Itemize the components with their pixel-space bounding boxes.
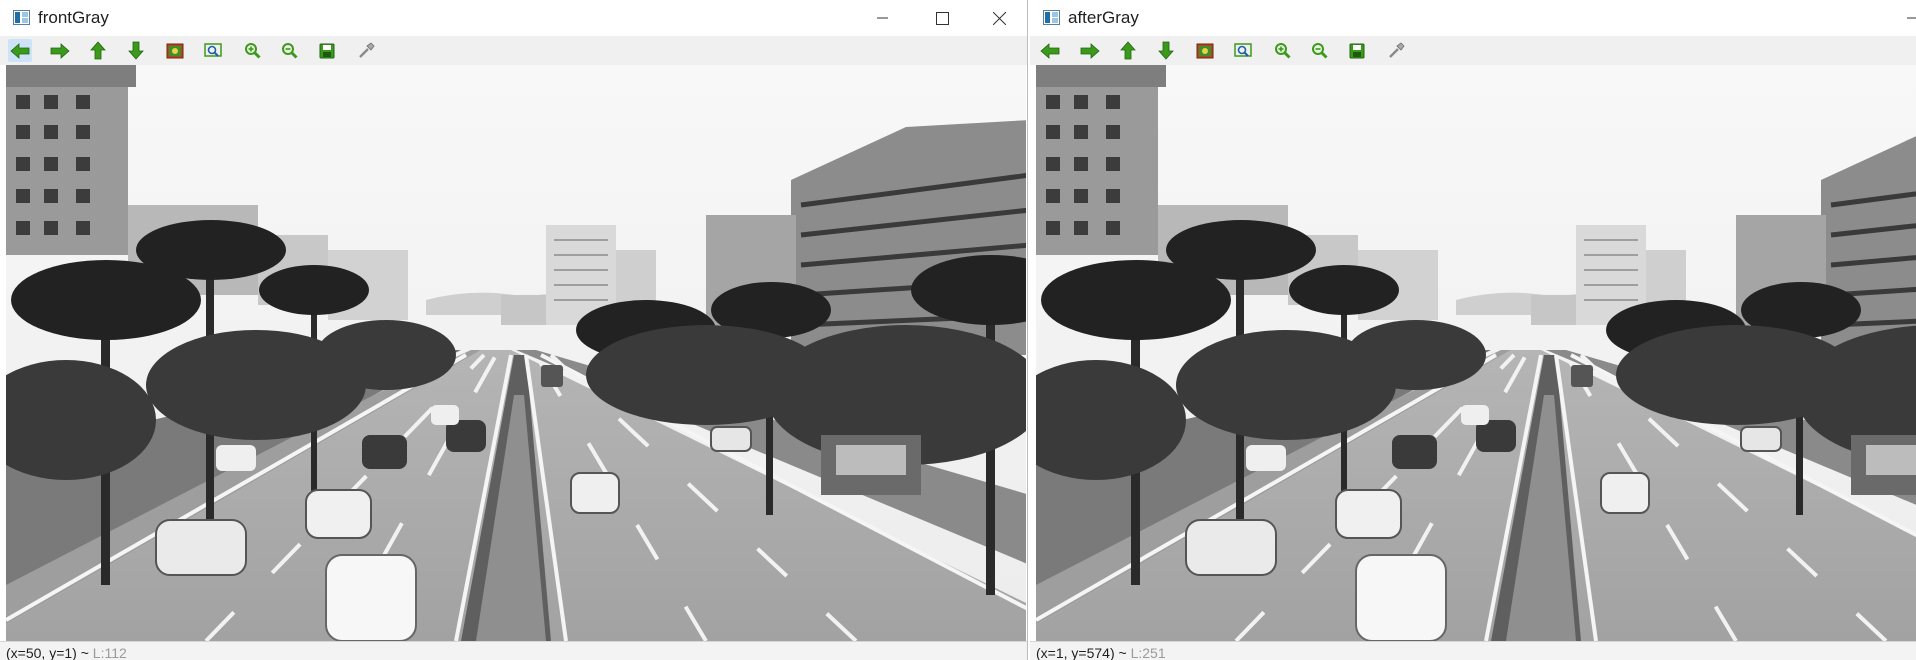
status-readout: (x=50, y=1) ~ L:112 — [6, 645, 127, 660]
close-icon — [992, 11, 1006, 25]
pan-right-icon — [1080, 42, 1100, 59]
toolbar-button-zoom-fit[interactable] — [1231, 39, 1255, 62]
toolbar-button-properties[interactable] — [1384, 39, 1408, 62]
pan-right-icon — [50, 42, 70, 59]
properties-icon — [357, 41, 375, 60]
pan-left-icon — [10, 42, 30, 59]
save-icon — [319, 43, 335, 59]
pan-up-icon — [90, 41, 106, 60]
titlebar[interactable]: frontGray — [0, 0, 1027, 36]
pan-up-icon — [1120, 41, 1136, 60]
titlebar[interactable]: afterGray — [1030, 0, 1916, 36]
toolbar-button-zoom-original[interactable] — [163, 39, 187, 62]
status-coords: (x=50, y=1) — [6, 645, 77, 660]
status-separator: ~ — [1118, 645, 1127, 660]
toolbar-button-zoom-out[interactable] — [277, 39, 301, 62]
pan-left-icon — [1040, 42, 1060, 59]
image-canvas[interactable] — [1036, 65, 1916, 641]
properties-icon — [1387, 41, 1405, 60]
toolbar — [0, 36, 1027, 65]
minimize-button[interactable] — [1890, 0, 1916, 36]
toolbar-button-pan-up[interactable] — [86, 39, 110, 62]
status-coords: (x=1, y=574) — [1036, 645, 1115, 660]
status-pixel-value: L:112 — [92, 645, 127, 660]
toolbar-button-zoom-original[interactable] — [1193, 39, 1217, 62]
image-window-frontgray: frontGray (x=50, y=1) ~ L:112 — [0, 0, 1028, 660]
image-canvas[interactable] — [6, 65, 1026, 641]
status-pixel-value: L:251 — [1130, 645, 1166, 660]
toolbar-button-save[interactable] — [315, 39, 339, 62]
toolbar-button-pan-down[interactable] — [1154, 39, 1178, 62]
status-bar: (x=50, y=1) ~ L:112 — [0, 641, 1027, 660]
toolbar-button-pan-left[interactable] — [1038, 39, 1062, 62]
zoom-in-icon — [1274, 42, 1291, 59]
minimize-icon — [877, 17, 888, 19]
toolbar-button-save[interactable] — [1345, 39, 1369, 62]
toolbar-button-pan-right[interactable] — [1078, 39, 1102, 62]
zoom-in-icon — [244, 42, 261, 59]
app-window-icon — [1043, 10, 1060, 25]
toolbar-button-pan-right[interactable] — [48, 39, 72, 62]
maximize-button[interactable] — [919, 0, 965, 36]
maximize-icon — [935, 11, 949, 25]
close-button[interactable] — [976, 0, 1022, 36]
toolbar-button-zoom-in[interactable] — [1270, 39, 1294, 62]
zoom-out-icon — [281, 42, 298, 59]
pan-down-icon — [128, 41, 144, 60]
save-icon — [1349, 43, 1365, 59]
toolbar — [1030, 36, 1916, 65]
status-separator: ~ — [80, 645, 89, 660]
zoom-original-icon — [166, 43, 184, 59]
window-title: afterGray — [1068, 8, 1139, 27]
image-window-aftergray: afterGray (x=1, y=574) ~ L:251 — [1030, 0, 1916, 660]
toolbar-button-pan-left[interactable] — [8, 39, 32, 62]
toolbar-button-zoom-in[interactable] — [240, 39, 264, 62]
toolbar-button-properties[interactable] — [354, 39, 378, 62]
minimize-button[interactable] — [860, 0, 906, 36]
window-title: frontGray — [38, 8, 109, 27]
street-scene-image — [1036, 65, 1916, 641]
status-readout: (x=1, y=574) ~ L:251 — [1036, 645, 1166, 660]
toolbar-button-zoom-out[interactable] — [1307, 39, 1331, 62]
zoom-fit-icon — [1234, 42, 1252, 59]
toolbar-button-zoom-fit[interactable] — [201, 39, 225, 62]
street-scene-image — [6, 65, 1026, 641]
app-window-icon — [13, 10, 30, 25]
toolbar-button-pan-up[interactable] — [1116, 39, 1140, 62]
pan-down-icon — [1158, 41, 1174, 60]
toolbar-button-pan-down[interactable] — [124, 39, 148, 62]
zoom-fit-icon — [204, 42, 222, 59]
zoom-original-icon — [1196, 43, 1214, 59]
minimize-icon — [1907, 17, 1916, 19]
status-bar: (x=1, y=574) ~ L:251 — [1030, 641, 1916, 660]
zoom-out-icon — [1311, 42, 1328, 59]
